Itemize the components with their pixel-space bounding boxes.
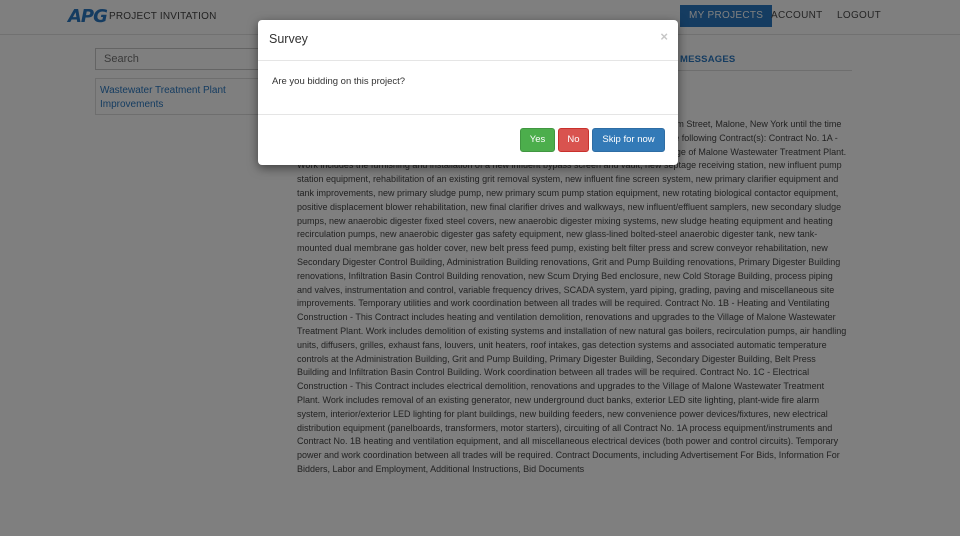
skip-for-now-button[interactable]: Skip for now bbox=[592, 128, 665, 152]
survey-question: Are you bidding on this project? bbox=[272, 76, 406, 87]
yes-button[interactable]: Yes bbox=[520, 128, 555, 152]
no-button[interactable]: No bbox=[558, 128, 589, 152]
modal-header: Survey × bbox=[258, 20, 678, 61]
survey-modal: Survey × Are you bidding on this project… bbox=[258, 20, 678, 165]
close-icon[interactable]: × bbox=[660, 29, 668, 44]
modal-title: Survey bbox=[269, 32, 308, 46]
modal-footer: Yes No Skip for now bbox=[258, 114, 678, 166]
